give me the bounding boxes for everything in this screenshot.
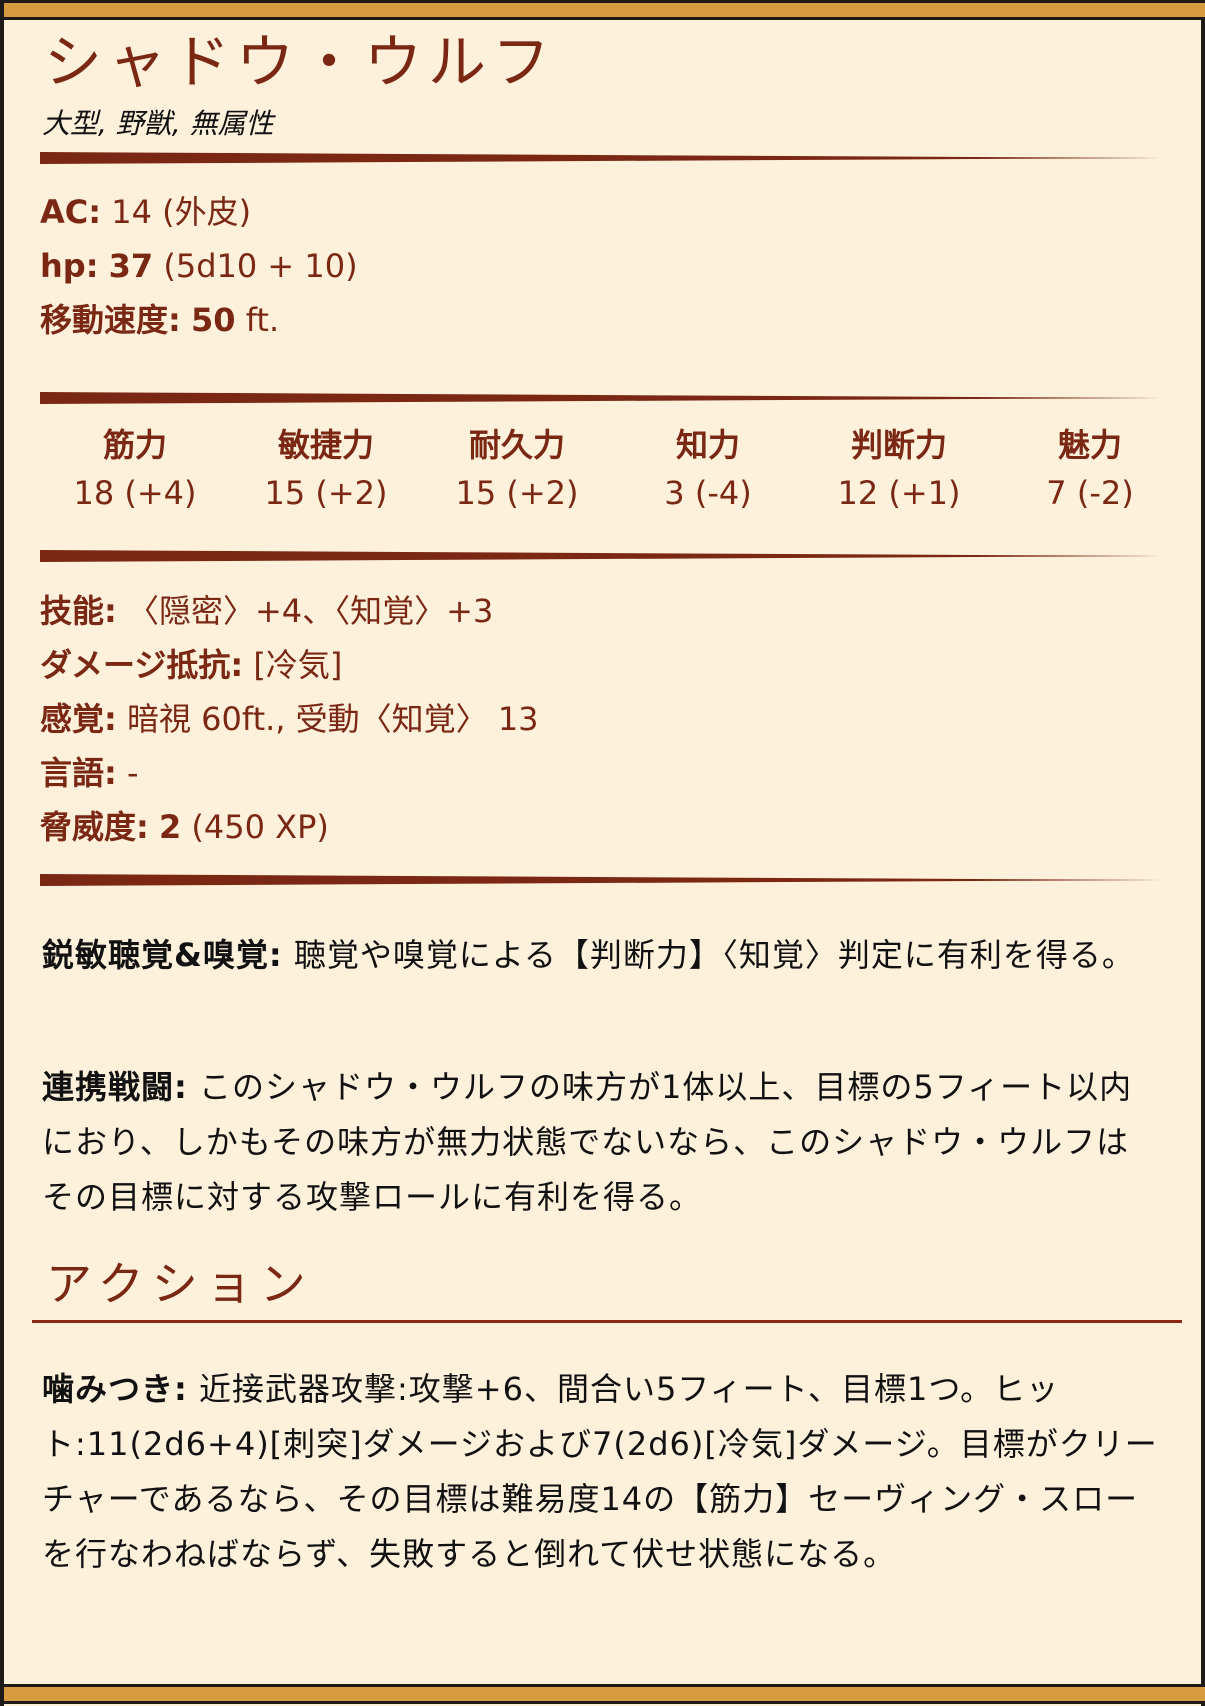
- speed-line: 移動速度: 50 ft.: [40, 300, 279, 340]
- languages-value: -: [126, 754, 139, 792]
- monster-name: シャドウ・ウルフ: [44, 28, 557, 96]
- armor-class-line: AC: 14 (外皮): [40, 192, 251, 232]
- trait-name: 鋭敏聴覚&嗅覚:: [42, 936, 283, 974]
- armor-class-label: AC:: [40, 193, 102, 231]
- action-bite: 噛みつき: 近接武器攻撃:攻撃+6、間合い5フィート、目標1つ。ヒット:11(2…: [42, 1362, 1162, 1582]
- armor-class-value: 14 (外皮): [111, 193, 252, 231]
- hit-points-line: hp: 37 (5d10 + 10): [40, 246, 358, 286]
- damage-resistances-line: ダメージ抵抗: [冷気]: [40, 644, 342, 686]
- hit-points-label: hp:: [40, 247, 99, 285]
- skills-value: 〈隠密〉+4、〈知覚〉+3: [126, 592, 494, 630]
- trait-keen-senses: 鋭敏聴覚&嗅覚: 聴覚や嗅覚による【判断力】〈知覚〉判定に有利を得る。: [42, 928, 1162, 983]
- divider: [40, 152, 1160, 164]
- senses-line: 感覚: 暗視 60ft., 受動〈知覚〉 13: [40, 698, 539, 740]
- trait-pack-tactics: 連携戦闘: このシャドウ・ウルフの味方が1体以上、目標の5フィート以内におり、し…: [42, 1060, 1162, 1225]
- challenge-line: 脅威度: 2 (450 XP): [40, 806, 329, 848]
- divider: [40, 550, 1160, 562]
- challenge-xp: (450 XP): [191, 808, 329, 846]
- ability-score: 12 (+1): [837, 474, 961, 512]
- ability-name: 判断力: [850, 426, 947, 464]
- action-text: 近接武器攻撃:攻撃+6、間合い5フィート、目標1つ。ヒット:11(2d6+4)[…: [42, 1370, 1158, 1573]
- challenge-label: 脅威度:: [40, 808, 149, 846]
- ability-charisma: 魅力 7 (-2): [995, 422, 1185, 518]
- ability-score: 18 (+4): [73, 474, 197, 512]
- damage-resistances-label: ダメージ抵抗:: [40, 646, 244, 684]
- bottom-border-band: [4, 1684, 1205, 1704]
- speed-unit: ft.: [245, 301, 280, 339]
- damage-resistances-value: [冷気]: [253, 646, 343, 684]
- hit-points-formula: (5d10 + 10): [163, 247, 358, 285]
- senses-label: 感覚:: [40, 700, 117, 738]
- trait-text: このシャドウ・ウルフの味方が1体以上、目標の5フィート以内におり、しかもその味方…: [42, 1068, 1133, 1216]
- trait-name: 連携戦闘:: [42, 1068, 188, 1106]
- challenge-value: 2: [158, 808, 182, 846]
- ability-name: 耐久力: [468, 426, 565, 464]
- monster-meta: 大型, 野獣, 無属性: [42, 107, 274, 140]
- ability-scores: 筋力 18 (+4) 敏捷力 15 (+2) 耐久力 15 (+2) 知力 3 …: [40, 422, 1160, 522]
- ability-score: 7 (-2): [1046, 474, 1134, 512]
- ability-score: 3 (-4): [664, 474, 752, 512]
- ability-strength: 筋力 18 (+4): [40, 422, 230, 518]
- action-name: 噛みつき:: [42, 1370, 188, 1408]
- ability-name: 知力: [675, 426, 740, 464]
- ability-name: 筋力: [102, 426, 167, 464]
- ability-wisdom: 判断力 12 (+1): [804, 422, 994, 518]
- skills-line: 技能: 〈隠密〉+4、〈知覚〉+3: [40, 590, 493, 632]
- ability-score: 15 (+2): [455, 474, 579, 512]
- ability-name: 魅力: [1057, 426, 1122, 464]
- stat-block: シャドウ・ウルフ 大型, 野獣, 無属性 AC: 14 (外皮) hp: 37 …: [0, 0, 1205, 1706]
- hit-points-value: 37: [108, 247, 154, 285]
- top-border-band: [4, 0, 1205, 20]
- actions-heading-rule: [32, 1320, 1182, 1323]
- trait-text: 聴覚や嗅覚による【判断力】〈知覚〉判定に有利を得る。: [293, 936, 1135, 974]
- divider: [40, 392, 1160, 404]
- ability-score: 15 (+2): [264, 474, 388, 512]
- speed-value: 50: [190, 301, 236, 339]
- speed-label: 移動速度:: [40, 301, 181, 339]
- skills-label: 技能:: [40, 592, 117, 630]
- ability-dexterity: 敏捷力 15 (+2): [231, 422, 421, 518]
- languages-label: 言語:: [40, 754, 117, 792]
- languages-line: 言語: -: [40, 752, 139, 794]
- actions-heading: アクション: [46, 1257, 314, 1311]
- ability-name: 敏捷力: [277, 426, 374, 464]
- ability-constitution: 耐久力 15 (+2): [422, 422, 612, 518]
- senses-value: 暗視 60ft., 受動〈知覚〉 13: [126, 700, 539, 738]
- ability-intelligence: 知力 3 (-4): [613, 422, 803, 518]
- divider: [40, 874, 1160, 886]
